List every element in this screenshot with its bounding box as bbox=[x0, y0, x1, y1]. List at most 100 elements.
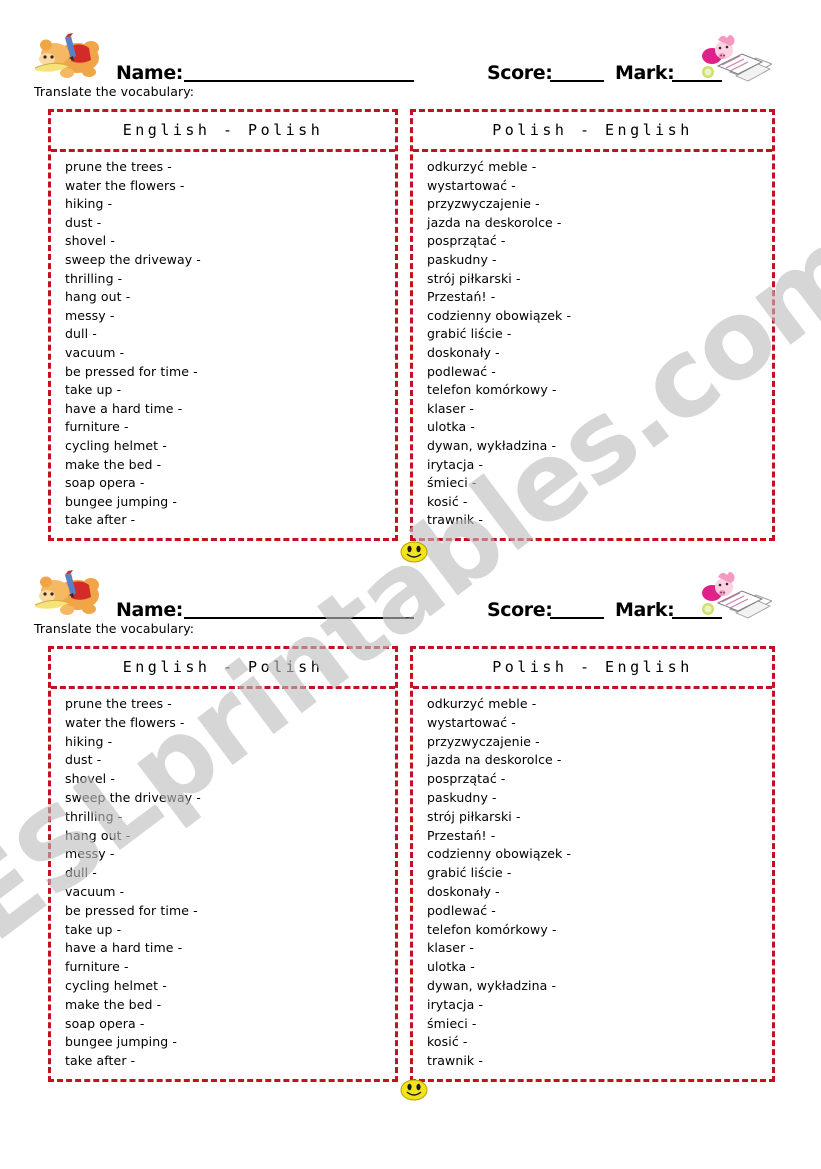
vocab-item: odkurzyć meble - bbox=[427, 159, 537, 174]
vocab-item: hiking - bbox=[65, 733, 113, 749]
polish-english-list: odkurzyć meble - wystartować - przyzwyczaj… bbox=[413, 689, 772, 1079]
name-blank-line[interactable] bbox=[184, 617, 414, 619]
vocab-item: bungee jumping - bbox=[65, 493, 177, 509]
vocab-item: make the bed - bbox=[65, 996, 162, 1012]
english-polish-table: English - Polish prune the trees - water … bbox=[48, 646, 398, 1082]
sheet-header: Name: Score: Mark: Translate the vocabul… bbox=[0, 0, 821, 99]
score-label: Score: bbox=[487, 62, 553, 84]
vocab-item: furniture - bbox=[65, 959, 129, 975]
vocab-item: thrilling - bbox=[65, 270, 123, 286]
vocab-item: dywan, wykładzina - bbox=[427, 977, 557, 993]
smiley-face-icon bbox=[400, 1079, 428, 1101]
vocab-item: water the flowers - bbox=[65, 714, 185, 730]
vocab-item: take after - bbox=[65, 1053, 136, 1069]
vocab-item: podlewać - bbox=[427, 902, 496, 918]
english-polish-list: prune the trees - water the flowers - hiki… bbox=[51, 689, 395, 1079]
vocab-item: water the flowers - bbox=[65, 177, 185, 193]
vocab-item: cycling helmet - bbox=[65, 437, 167, 453]
vocab-item: jazda na deskorolce - bbox=[427, 214, 562, 230]
vocab-item: klaser - bbox=[427, 940, 474, 956]
mark-label: Mark: bbox=[615, 599, 675, 621]
polish-english-title: Polish - English bbox=[413, 112, 772, 152]
vocab-item: dull - bbox=[65, 865, 97, 881]
score-blank-line[interactable] bbox=[550, 80, 604, 82]
score-label: Score: bbox=[487, 599, 553, 621]
vocab-item: grabić liście - bbox=[427, 326, 512, 342]
vocab-item: codzienny obowiązek - bbox=[427, 846, 572, 862]
vocab-item: grabić liście - bbox=[427, 865, 512, 881]
vocab-item: messy - bbox=[65, 846, 115, 862]
vocab-item: przyzwyczajenie - bbox=[427, 196, 540, 212]
vocab-item: codzienny obowiązek - bbox=[427, 307, 572, 323]
vocab-item: dust - bbox=[65, 752, 102, 768]
vocab-item: przyzwyczajenie - bbox=[427, 733, 540, 749]
vocab-item: be pressed for time - bbox=[65, 363, 198, 379]
vocab-item: ulotka - bbox=[427, 959, 475, 975]
vocab-item: ulotka - bbox=[427, 419, 475, 435]
vocab-item: paskudny - bbox=[427, 251, 497, 267]
polish-english-list: odkurzyć meble - wystartować - przyzwyczaj… bbox=[413, 152, 772, 538]
vocab-item: wystartować - bbox=[427, 714, 516, 730]
vocab-item: telefon komórkowy - bbox=[427, 921, 557, 937]
vocab-item: hang out - bbox=[65, 827, 131, 843]
vocab-item: soap opera - bbox=[65, 475, 145, 491]
vocab-item: doskonały - bbox=[427, 883, 500, 899]
vocab-item: posprzątać - bbox=[427, 771, 506, 787]
vocab-item: śmieci - bbox=[427, 1015, 477, 1031]
english-polish-table: English - Polish prune the trees - water … bbox=[48, 109, 398, 541]
vocab-item: vacuum - bbox=[65, 883, 125, 899]
vocab-item: shovel - bbox=[65, 771, 115, 787]
vocab-item: wystartować - bbox=[427, 177, 516, 193]
name-label: Name: bbox=[116, 599, 184, 621]
vocab-item: paskudny - bbox=[427, 789, 497, 805]
vocab-item: Przestań! - bbox=[427, 827, 496, 843]
vocab-item: have a hard time - bbox=[65, 940, 183, 956]
vocab-item: sweep the driveway - bbox=[65, 251, 201, 267]
vocab-item: cycling helmet - bbox=[65, 977, 167, 993]
vocab-item: hiking - bbox=[65, 196, 113, 212]
vocab-item: thrilling - bbox=[65, 808, 123, 824]
worksheet-half-top: Name: Score: Mark: Translate the vocabul… bbox=[0, 0, 821, 541]
english-polish-list: prune the trees - water the flowers - hiki… bbox=[51, 152, 395, 538]
instruction-text: Translate the vocabulary: bbox=[34, 84, 195, 99]
vocab-item: vacuum - bbox=[65, 344, 125, 360]
vocab-item: irytacja - bbox=[427, 996, 484, 1012]
vocab-item: podlewać - bbox=[427, 363, 496, 379]
vocab-item: strój piłkarski - bbox=[427, 808, 521, 824]
vocab-item: have a hard time - bbox=[65, 400, 183, 416]
polish-english-title: Polish - English bbox=[413, 649, 772, 689]
piglet-studying-icon bbox=[702, 572, 772, 619]
vocab-item: messy - bbox=[65, 307, 115, 323]
vocab-item: be pressed for time - bbox=[65, 902, 198, 918]
vocab-item: prune the trees - bbox=[65, 696, 172, 711]
vocab-item: take after - bbox=[65, 512, 136, 528]
vocab-item: kosić - bbox=[427, 1034, 468, 1050]
vocab-item: trawnik - bbox=[427, 512, 483, 528]
vocab-item: dull - bbox=[65, 326, 97, 342]
polish-english-table: Polish - English odkurzyć meble - wystart… bbox=[410, 109, 775, 541]
vocab-item: posprzątać - bbox=[427, 233, 506, 249]
polish-english-table: Polish - English odkurzyć meble - wystart… bbox=[410, 646, 775, 1082]
vocab-item: kosić - bbox=[427, 493, 468, 509]
vocab-item: make the bed - bbox=[65, 456, 162, 472]
vocab-item: klaser - bbox=[427, 400, 474, 416]
vocab-item: dust - bbox=[65, 214, 102, 230]
instruction-text: Translate the vocabulary: bbox=[34, 621, 195, 636]
vocab-item: irytacja - bbox=[427, 456, 484, 472]
english-polish-title: English - Polish bbox=[51, 112, 395, 152]
score-blank-line[interactable] bbox=[550, 617, 604, 619]
vocab-item: soap opera - bbox=[65, 1015, 145, 1031]
vocab-item: hang out - bbox=[65, 289, 131, 305]
vocab-item: doskonały - bbox=[427, 344, 500, 360]
vocab-item: śmieci - bbox=[427, 475, 477, 491]
vocab-item: strój piłkarski - bbox=[427, 270, 521, 286]
vocab-item: trawnik - bbox=[427, 1053, 483, 1069]
vocab-item: sweep the driveway - bbox=[65, 789, 201, 805]
english-polish-title: English - Polish bbox=[51, 649, 395, 689]
name-blank-line[interactable] bbox=[184, 80, 414, 82]
piglet-studying-icon bbox=[702, 35, 772, 82]
name-label: Name: bbox=[116, 62, 184, 84]
vocab-item: take up - bbox=[65, 921, 122, 937]
mark-label: Mark: bbox=[615, 62, 675, 84]
smiley-face-icon bbox=[400, 541, 428, 563]
